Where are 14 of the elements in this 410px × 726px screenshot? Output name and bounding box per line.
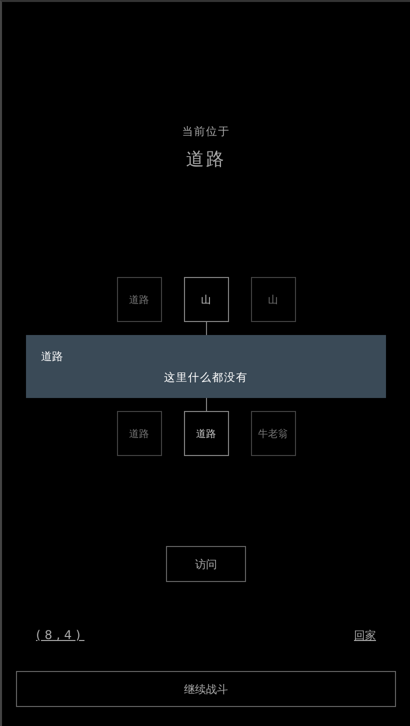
map-cell[interactable]: 山 [184,277,228,322]
map-cell[interactable]: 道路 [116,411,162,456]
location-label: 当前位于 [182,124,230,139]
map-cell[interactable]: 道路 [116,277,162,322]
banner-message: 这里什么都没有 [164,370,248,385]
map-cell[interactable]: 道路 [184,411,228,456]
home-link[interactable]: 回家 [354,628,376,643]
map-cell[interactable]: 山 [250,277,296,322]
continue-battle-button[interactable]: 继续战斗 [16,671,396,707]
map-cell[interactable]: 牛老翁 [250,411,296,456]
coordinates-link[interactable]: (8,4) [36,628,84,643]
banner-title: 道路 [41,349,63,364]
location-name: 道路 [186,148,226,171]
visit-button[interactable]: 访问 [166,546,246,582]
